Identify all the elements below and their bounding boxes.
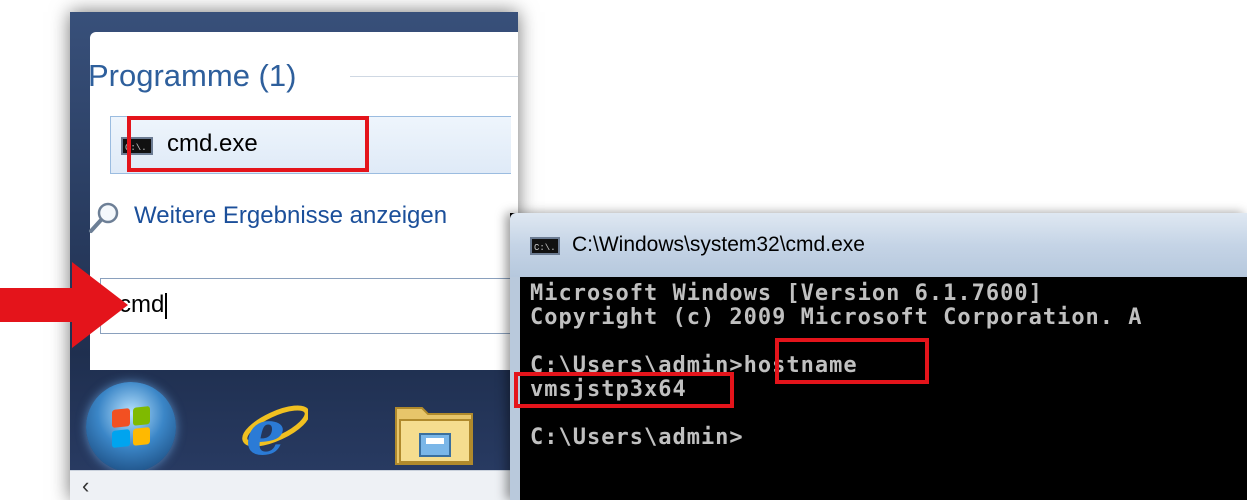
- svg-text:e: e: [246, 396, 285, 462]
- horizontal-scrollbar[interactable]: ‹: [70, 470, 518, 500]
- console-line: C:\Users\admin>: [530, 425, 744, 450]
- windows-logo-icon: [112, 406, 150, 448]
- windows-start-orb[interactable]: [86, 382, 176, 472]
- highlight-hostname-output: [514, 372, 734, 408]
- highlight-cmd-result: [127, 116, 369, 172]
- cmd-icon: C:\.: [530, 237, 560, 255]
- group-divider: [350, 76, 518, 77]
- cmd-titlebar[interactable]: C:\. C:\Windows\system32\cmd.exe: [510, 213, 1247, 277]
- console-line: Microsoft Windows [Version 6.1.7600]: [530, 281, 1043, 306]
- scroll-left-icon[interactable]: ‹: [82, 473, 89, 499]
- internet-explorer-icon[interactable]: e: [238, 396, 308, 462]
- cmd-window-title: C:\Windows\system32\cmd.exe: [572, 233, 865, 256]
- more-results-link[interactable]: Weitere Ergebnisse anzeigen: [88, 198, 508, 238]
- pointer-arrow-icon: [0, 262, 128, 348]
- console-line: Copyright (c) 2009 Microsoft Corporation…: [530, 305, 1143, 330]
- more-results-label: Weitere Ergebnisse anzeigen: [134, 202, 448, 229]
- start-search-input[interactable]: cmd: [100, 278, 518, 334]
- highlight-hostname-command: [775, 338, 929, 384]
- windows-explorer-icon[interactable]: [390, 394, 480, 468]
- start-menu: Programme (1) C:\. cmd.exe Weitere Ergeb…: [70, 12, 518, 500]
- programs-group-title: Programme (1): [88, 58, 297, 93]
- taskbar: e: [70, 376, 518, 476]
- search-icon: [89, 202, 119, 233]
